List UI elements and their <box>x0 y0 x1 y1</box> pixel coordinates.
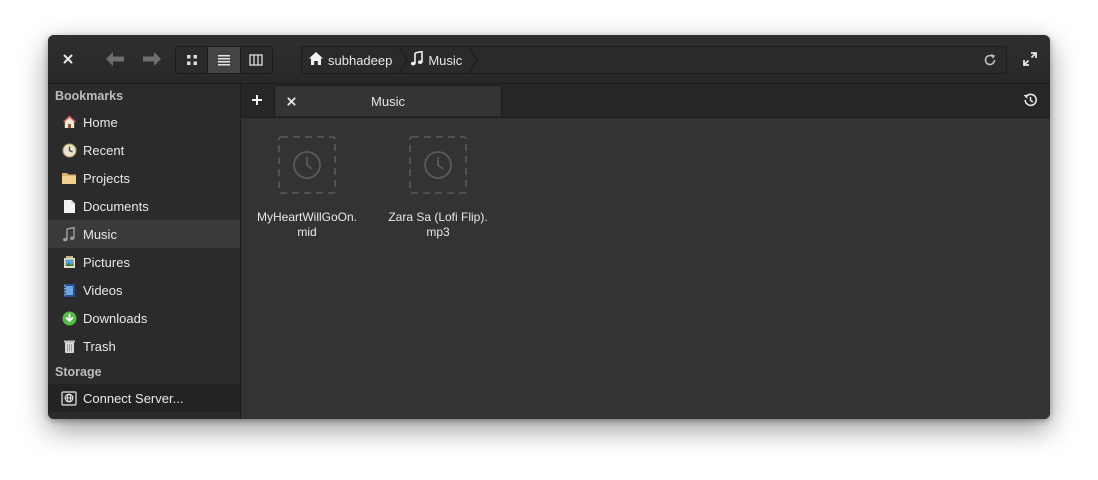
trash-icon <box>61 338 77 354</box>
sidebar-item-documents[interactable]: Documents <box>48 192 240 220</box>
tab-bar: Music <box>241 84 1050 118</box>
file-name: Zara Sa (Lofi Flip).mp3 <box>388 210 488 239</box>
tab-music[interactable]: Music <box>274 85 502 116</box>
music-note-icon <box>410 50 424 69</box>
file-item[interactable]: Zara Sa (Lofi Flip).mp3 <box>385 134 491 240</box>
back-button[interactable] <box>102 48 128 70</box>
sidebar-item-label: Connect Server... <box>83 390 184 406</box>
sidebar-item-home[interactable]: Home <box>48 108 240 136</box>
sidebar-item-recent[interactable]: Recent <box>48 136 240 164</box>
grid-view-button[interactable] <box>176 47 209 73</box>
breadcrumb-separator <box>468 47 479 73</box>
breadcrumb-music[interactable]: Music <box>410 47 480 73</box>
clock-icon <box>61 142 77 158</box>
breadcrumb-home[interactable]: subhadeep <box>302 47 410 73</box>
breadcrumb-label: subhadeep <box>328 52 393 68</box>
history-icon <box>1023 93 1037 107</box>
sidebar-item-projects[interactable]: Projects <box>48 164 240 192</box>
storage-heading: Storage <box>55 365 102 379</box>
breadcrumb-label: Music <box>428 52 463 68</box>
video-icon <box>61 282 77 298</box>
location-pathbar[interactable]: subhadeep Music <box>301 46 1007 74</box>
forward-button[interactable] <box>139 48 165 70</box>
sidebar: Bookmarks Home Recent Projects Documents… <box>48 84 241 419</box>
maximize-icon <box>1023 52 1037 66</box>
reload-icon <box>984 54 996 66</box>
list-view-icon <box>217 55 230 66</box>
sidebar-item-label: Projects <box>83 170 130 186</box>
file-item[interactable]: MyHeartWillGoOn.mid <box>254 134 360 240</box>
music-note-icon <box>61 226 77 242</box>
grid-view-icon <box>186 55 197 65</box>
sidebar-item-trash[interactable]: Trash <box>48 332 240 360</box>
pictures-icon <box>61 254 77 270</box>
file-view: MyHeartWillGoOn.mid Zara Sa (Lofi Flip).… <box>241 118 1050 419</box>
bookmarks-heading: Bookmarks <box>55 89 124 103</box>
document-icon <box>61 198 77 214</box>
home-icon <box>308 51 324 69</box>
connect-server-button[interactable]: Connect Server... <box>48 384 240 412</box>
closed-tabs-history-button[interactable] <box>1020 90 1040 110</box>
list-view-button[interactable] <box>208 47 241 73</box>
arrow-left-icon <box>106 52 124 66</box>
close-window-button[interactable] <box>58 49 78 69</box>
sidebar-item-label: Videos <box>83 282 123 298</box>
headerbar: subhadeep Music <box>48 35 1050 84</box>
tab-label: Music <box>371 94 405 109</box>
download-icon <box>61 310 77 326</box>
pending-thumbnail-icon <box>409 136 467 194</box>
sidebar-item-label: Trash <box>83 338 116 354</box>
sidebar-item-label: Documents <box>83 198 149 214</box>
column-view-button[interactable] <box>241 47 272 73</box>
sidebar-item-label: Home <box>83 114 118 130</box>
view-mode-switcher <box>175 46 273 74</box>
sidebar-item-label: Pictures <box>83 254 130 270</box>
new-tab-button[interactable] <box>248 91 266 109</box>
breadcrumb-separator <box>398 47 409 73</box>
sidebar-item-label: Music <box>83 226 117 242</box>
reload-button[interactable] <box>980 50 1000 70</box>
column-view-icon <box>249 54 263 66</box>
sidebar-item-downloads[interactable]: Downloads <box>48 304 240 332</box>
plus-icon <box>252 95 262 105</box>
maximize-button[interactable] <box>1020 49 1040 69</box>
sidebar-item-label: Recent <box>83 142 125 158</box>
close-icon <box>63 54 73 64</box>
pending-thumbnail-icon <box>278 136 336 194</box>
sidebar-item-videos[interactable]: Videos <box>48 276 240 304</box>
file-name: MyHeartWillGoOn.mid <box>256 210 357 239</box>
sidebar-item-pictures[interactable]: Pictures <box>48 248 240 276</box>
home-icon <box>61 114 77 130</box>
arrow-right-icon <box>143 52 161 66</box>
folder-icon <box>61 170 77 186</box>
sidebar-item-label: Downloads <box>83 310 148 326</box>
network-server-icon <box>61 390 77 406</box>
sidebar-item-music[interactable]: Music <box>48 220 240 248</box>
file-manager-window: subhadeep Music Bookmarks Home Recent Pr… <box>48 35 1050 419</box>
